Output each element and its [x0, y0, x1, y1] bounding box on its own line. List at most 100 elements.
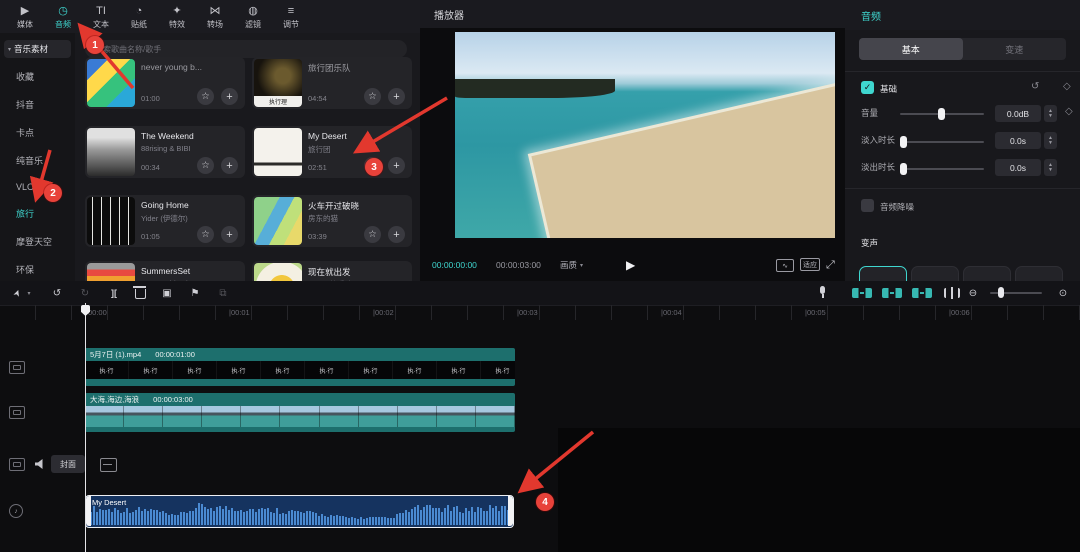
tab-speed[interactable]: 变速 — [963, 38, 1067, 60]
toolbar-item-filter[interactable]: ◍ 滤镜 — [234, 4, 272, 30]
record-mic-icon[interactable] — [819, 286, 826, 300]
fullscreen-icon[interactable]: ⤢ — [826, 253, 835, 277]
fade-in-value[interactable]: 0.0s — [995, 132, 1041, 149]
track-header-icon[interactable] — [9, 406, 25, 419]
search-input[interactable]: 搜索歌曲名称/歌手 — [85, 40, 407, 58]
keyframe-icon[interactable]: ◇ — [1063, 81, 1071, 92]
voice-option-button[interactable] — [859, 266, 907, 281]
player-panel: 播放器 00:00:00:00 00:00:03:00 画质 ▾ ▶ ∿ 适应 … — [420, 0, 845, 281]
fade-in-stepper[interactable]: ▲ ▼ — [1044, 132, 1057, 149]
ruler[interactable]: 00:00 |00:01 |00:02 |00:03 |00:04 |00:05 |00:0… — [0, 305, 1080, 320]
toolbar-item-media[interactable]: ▶ 媒体 — [6, 4, 44, 30]
cover-button[interactable]: 封面 — [51, 455, 85, 473]
song-card[interactable]: Going Home Yider (伊德尔) 01:05 ☆ + — [85, 195, 245, 247]
voice-option-button[interactable] — [1015, 266, 1063, 281]
freeze-frame-icon[interactable]: ▣ — [160, 281, 174, 305]
add-to-track-icon[interactable]: + — [388, 157, 405, 174]
toolbar-item-effects[interactable]: ✦ 特效 — [158, 4, 196, 30]
redo-icon[interactable]: ↻ — [78, 281, 92, 305]
add-to-track-icon[interactable]: + — [388, 88, 405, 105]
fade-out-slider[interactable] — [900, 163, 984, 175]
sidebar-item-纯音乐[interactable]: 纯音乐 — [0, 146, 75, 174]
toolbar-item-text[interactable]: TI 文本 — [82, 4, 120, 30]
favorite-star-icon[interactable]: ☆ — [364, 226, 381, 243]
auto-ripple-icon[interactable] — [944, 287, 960, 299]
link-toggle-icon[interactable] — [882, 288, 902, 298]
voice-option-button[interactable] — [911, 266, 959, 281]
basic-checkbox[interactable]: ✓ — [861, 81, 874, 94]
song-card[interactable]: never young b... 01:00 ☆ + — [85, 57, 245, 109]
chevron-down-icon[interactable]: ▾ — [25, 281, 33, 305]
add-to-track-icon[interactable]: + — [221, 226, 238, 243]
trim-handle-left[interactable] — [86, 496, 91, 526]
undo-icon[interactable]: ↺ — [50, 281, 64, 305]
favorite-star-icon[interactable]: ☆ — [364, 88, 381, 105]
denoise-checkbox[interactable]: ✓ — [861, 199, 874, 212]
favorite-star-icon[interactable]: ☆ — [197, 157, 214, 174]
zoom-out-icon[interactable]: ⊖ — [966, 281, 980, 305]
favorite-star-icon[interactable]: ☆ — [364, 157, 381, 174]
fade-out-value[interactable]: 0.0s — [995, 159, 1041, 176]
play-button[interactable]: ▶ — [626, 253, 635, 277]
delete-icon[interactable] — [133, 286, 146, 299]
volume-slider-handle[interactable] — [938, 108, 945, 120]
song-card[interactable]: 执行理 旅行团乐队 04:54 ☆ + — [252, 57, 412, 109]
fade-out-slider-handle[interactable] — [900, 163, 907, 175]
audio-clip[interactable]: My Desert — [85, 495, 514, 528]
fade-in-slider-handle[interactable] — [900, 136, 907, 148]
sidebar-item-收藏[interactable]: 收藏 — [0, 62, 75, 90]
mute-speaker-icon[interactable] — [35, 459, 43, 469]
fade-in-slider[interactable] — [900, 136, 984, 148]
volume-slider[interactable] — [900, 108, 984, 120]
sidebar-item-卡点[interactable]: 卡点 — [0, 118, 75, 146]
sidebar-item-摩登天空[interactable]: 摩登天空 — [0, 227, 75, 255]
add-to-track-icon[interactable]: + — [221, 88, 238, 105]
sidebar-item-环保[interactable]: 环保 — [0, 255, 75, 283]
timeline-zoom-handle[interactable] — [998, 287, 1004, 298]
sidebar-header[interactable]: ▾ 音乐素材 — [4, 40, 71, 58]
toolbar-item-adjust[interactable]: ≡ 调节 — [272, 4, 310, 30]
favorite-star-icon[interactable]: ☆ — [197, 88, 214, 105]
add-to-track-icon[interactable]: + — [221, 157, 238, 174]
scope-icon[interactable]: ∿ — [776, 259, 794, 272]
main-track-placeholder-icon[interactable] — [100, 458, 117, 472]
sidebar-item-VLOG[interactable]: VLOG — [0, 174, 75, 199]
song-card[interactable]: SummersSetAnne Seid Luber☆+ — [85, 261, 245, 281]
tab-basic[interactable]: 基本 — [859, 38, 963, 60]
video-clip[interactable]: 大海,海边,海浪 00:00:03:00 — [85, 393, 515, 432]
fade-out-stepper[interactable]: ▲ ▼ — [1044, 159, 1057, 176]
toolbar-item-audio[interactable]: ◷ 音频 — [44, 4, 82, 30]
quality-dropdown[interactable]: 画质 ▾ — [560, 253, 583, 277]
song-card[interactable]: My Desert 旅行团 02:51 ☆ + — [252, 126, 412, 178]
volume-value[interactable]: 0.0dB — [995, 105, 1041, 122]
preview-axis-toggle-icon[interactable] — [912, 288, 932, 298]
magnet-toggle-icon[interactable] — [852, 288, 872, 298]
track-header-icon[interactable] — [9, 361, 25, 374]
add-to-track-icon[interactable]: + — [388, 226, 405, 243]
total-time: 00:00:03:00 — [496, 260, 541, 270]
fit-button[interactable]: 适应 — [800, 258, 820, 271]
trim-handle-right[interactable] — [508, 496, 513, 526]
waveform-bar — [159, 511, 161, 525]
toolbar-item-sticker[interactable]: ◔ 贴纸 — [120, 4, 158, 30]
sidebar-item-旅行[interactable]: 旅行 — [0, 199, 75, 227]
flag-icon[interactable]: ⚑ — [188, 281, 202, 305]
mirror-icon[interactable]: ⧉ — [216, 281, 230, 305]
audio-track-icon[interactable]: ♪ — [9, 504, 23, 518]
song-card[interactable]: 火车开过破晓 房东的猫 03:39 ☆ + — [252, 195, 412, 247]
song-card[interactable]: 现在就出发Emma的乐队☆+ — [252, 261, 412, 281]
toolbar-item-transition[interactable]: ⋈ 转场 — [196, 4, 234, 30]
keyframe-icon[interactable]: ◇ — [1065, 106, 1073, 117]
voice-option-button[interactable] — [963, 266, 1011, 281]
song-card[interactable]: The Weekend 88rising & BIBI 00:34 ☆ + — [85, 126, 245, 178]
text-clip[interactable]: 5月7日 (1).mp4 00:00:01:00 执·行 执·行 执·行 执·行 执·行… — [85, 348, 515, 386]
track-header-icon[interactable] — [9, 458, 25, 471]
playhead[interactable] — [85, 303, 86, 552]
zoom-fit-icon[interactable]: ⊙ — [1056, 281, 1070, 305]
split-icon[interactable]: ][ — [106, 281, 122, 305]
video-preview[interactable] — [455, 32, 835, 238]
volume-stepper[interactable]: ▲ ▼ — [1044, 105, 1057, 122]
reset-icon[interactable]: ↺ — [1031, 81, 1039, 92]
sidebar-item-抖音[interactable]: 抖音 — [0, 90, 75, 118]
favorite-star-icon[interactable]: ☆ — [197, 226, 214, 243]
